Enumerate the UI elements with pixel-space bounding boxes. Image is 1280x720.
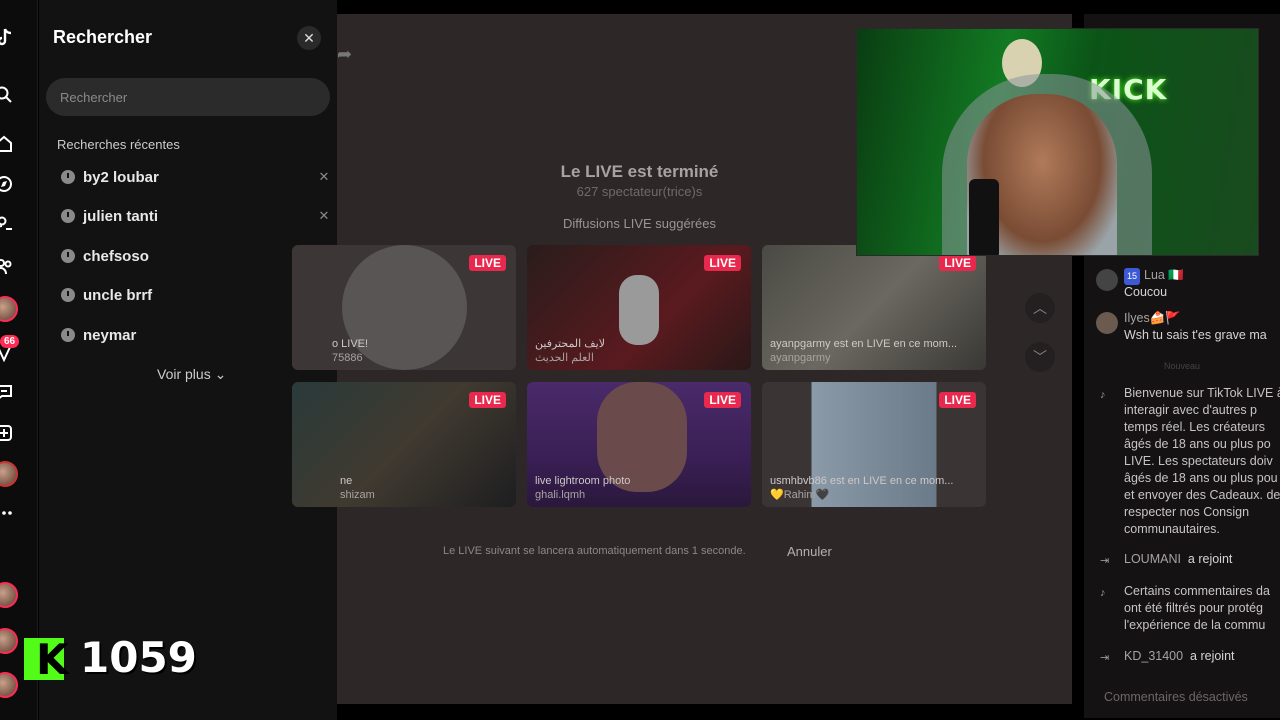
chat-username[interactable]: Ilyes🍰🚩 xyxy=(1124,310,1280,327)
avatar[interactable] xyxy=(0,296,18,322)
share-arrow-icon[interactable]: ➦ xyxy=(337,44,352,65)
card-username: ghali.lqmh xyxy=(535,489,586,501)
chat-text: Coucou xyxy=(1124,285,1168,299)
system-filtered-text: Certains commentaires da ont été filtrés… xyxy=(1124,584,1270,632)
search-icon[interactable] xyxy=(0,85,14,105)
sidebar-rail: 66 xyxy=(0,0,38,720)
clock-icon xyxy=(61,288,75,302)
notification-badge: 66 xyxy=(0,335,20,348)
avatar xyxy=(1096,312,1118,334)
card-caption: ayanpgarmy est en LIVE en ce mom... xyxy=(770,338,958,350)
suggested-live-card[interactable]: LIVE o LIVE! 75886 xyxy=(292,245,516,370)
card-caption: live lightroom photo xyxy=(535,475,631,487)
suggested-live-card[interactable]: LIVE ne shizam xyxy=(292,382,516,507)
live-badge: LIVE xyxy=(939,392,976,408)
microphone xyxy=(969,179,999,255)
suggested-lives-title: Diffusions LIVE suggérées xyxy=(563,216,716,231)
home-icon[interactable] xyxy=(0,134,14,154)
suggested-live-card[interactable]: LIVE live lightroom photo ghali.lqmh xyxy=(527,382,751,507)
tiktok-logo-icon[interactable] xyxy=(0,28,14,48)
card-caption: usmhbvb86 est en LIVE en ce mom... xyxy=(770,475,954,487)
live-badge: LIVE xyxy=(469,255,506,271)
profile-icon[interactable] xyxy=(0,461,18,487)
more-icon[interactable] xyxy=(0,503,14,523)
card-caption: o LIVE! xyxy=(332,338,369,350)
explore-icon[interactable] xyxy=(0,174,14,194)
close-search-button[interactable]: ✕ xyxy=(297,26,321,50)
live-badge: LIVE xyxy=(704,255,741,271)
kick-logo-icon: K xyxy=(24,635,69,684)
card-username: 💛Rahim🖤 xyxy=(770,489,830,501)
recent-search-item[interactable]: uncle brrf ✕ xyxy=(61,283,331,307)
recent-search-label: neymar xyxy=(83,326,137,344)
clock-icon xyxy=(61,328,75,342)
cancel-autoplay-button[interactable]: Annuler xyxy=(787,544,832,559)
card-username: 75886 xyxy=(332,352,363,364)
chat-text: Wsh tu sais t'es grave ma xyxy=(1124,328,1267,342)
next-live-button[interactable]: ﹀ xyxy=(1025,342,1055,372)
suggested-live-card[interactable]: LIVE لايف المحترفين العلم الحديث xyxy=(527,245,751,370)
card-caption: لايف المحترفين xyxy=(535,338,605,350)
remove-recent-icon[interactable]: ✕ xyxy=(317,208,331,224)
join-text: a rejoint xyxy=(1187,552,1233,566)
tiktok-icon: ♪ xyxy=(1100,587,1106,599)
suggested-live-card[interactable]: LIVE ayanpgarmy est en LIVE en ce mom...… xyxy=(762,245,986,370)
recent-search-label: uncle brrf xyxy=(83,286,153,304)
system-welcome-text: Bienvenue sur TikTok LIVE à interagir av… xyxy=(1124,386,1280,536)
upload-icon[interactable] xyxy=(0,423,14,443)
recent-searches-title: Recherches récentes xyxy=(57,137,180,152)
chevron-down-icon: ﹀ xyxy=(1033,349,1047,365)
next-live-notice: Le LIVE suivant se lancera automatiqueme… xyxy=(443,545,746,557)
recent-search-item[interactable]: neymar ✕ xyxy=(61,323,331,347)
close-icon: ✕ xyxy=(303,29,315,46)
see-more-link[interactable]: Voir plus ⌄ xyxy=(157,366,226,383)
tiktok-icon: ♪ xyxy=(1100,389,1106,401)
recent-search-item[interactable]: julien tanti ✕ xyxy=(61,204,331,228)
card-username: العلم الحديث xyxy=(535,352,594,364)
thumbnail-figure xyxy=(619,275,659,345)
recent-search-item[interactable]: by2 loubar ✕ xyxy=(61,165,331,189)
chat-username[interactable]: KD_31400 xyxy=(1124,649,1183,663)
card-username: shizam xyxy=(340,489,375,501)
card-caption: ne xyxy=(340,475,353,487)
avatar xyxy=(1096,269,1118,291)
following-icon[interactable] xyxy=(0,215,14,235)
search-panel-title: Rechercher xyxy=(53,27,153,47)
join-text: a rejoint xyxy=(1190,649,1235,663)
remove-recent-icon[interactable]: ✕ xyxy=(317,169,331,185)
suggested-live-card[interactable]: LIVE usmhbvb86 est en LIVE en ce mom... … xyxy=(762,382,986,507)
live-badge: LIVE xyxy=(704,392,741,408)
followed-live-avatar[interactable] xyxy=(0,628,18,654)
clock-icon xyxy=(61,209,75,223)
recent-search-label: julien tanti xyxy=(83,207,158,225)
chat-username[interactable]: Lua 🇮🇹 xyxy=(1144,268,1184,282)
card-username: ayanpgarmy xyxy=(770,352,831,364)
live-badge: LIVE xyxy=(939,255,976,271)
chat-username[interactable]: LOUMANI xyxy=(1124,552,1181,566)
new-messages-divider: Nouveau xyxy=(1163,361,1201,371)
live-badge: LIVE xyxy=(469,392,506,408)
live-ended-title: Le LIVE est terminé xyxy=(560,162,719,181)
kick-counter: 1059 xyxy=(80,633,197,682)
join-icon: ⇥ xyxy=(1100,555,1110,567)
kick-logo-letter: K xyxy=(36,635,69,684)
clock-icon xyxy=(61,249,75,263)
recent-search-label: by2 loubar xyxy=(83,168,159,186)
recent-search-label: chefsoso xyxy=(83,247,149,265)
followed-live-avatar[interactable] xyxy=(0,582,18,608)
webcam-overlay: KICK xyxy=(856,28,1259,256)
messages-icon[interactable] xyxy=(0,382,14,402)
followed-live-avatar[interactable] xyxy=(0,672,18,698)
chevron-up-icon: ︿ xyxy=(1033,300,1047,316)
viewer-count: 627 spectateur(trice)s xyxy=(576,184,703,199)
join-icon: ⇥ xyxy=(1100,652,1110,664)
friends-icon[interactable] xyxy=(0,257,14,277)
recent-search-item[interactable]: chefsoso ✕ xyxy=(61,244,331,268)
comments-disabled-label: Commentaires désactivés xyxy=(1104,690,1248,704)
previous-live-button[interactable]: ︿ xyxy=(1025,293,1055,323)
clock-icon xyxy=(61,170,75,184)
search-input[interactable] xyxy=(46,78,330,116)
level-badge: 15 xyxy=(1124,268,1141,285)
